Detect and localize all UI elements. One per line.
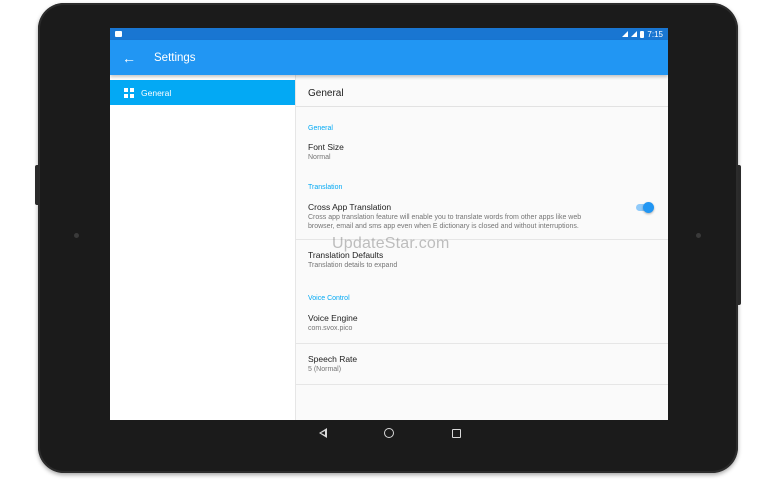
sidebar: General (110, 75, 296, 420)
battery-icon (640, 30, 645, 38)
section-title-voice-control: Voice Control (308, 295, 350, 302)
pref-title: Font Size (308, 142, 344, 152)
pref-font-size[interactable]: Font Size Normal (296, 132, 668, 169)
pref-voice-engine[interactable]: Voice Engine com.svox.pico (296, 302, 668, 344)
toggle-thumb (643, 201, 654, 213)
page-title: Settings (154, 51, 196, 64)
power-button (738, 165, 741, 305)
status-icons: 7:15 (622, 30, 663, 39)
wifi-signal-icon (622, 31, 629, 37)
screen: 7:15 ← Settings General General General … (110, 28, 668, 420)
status-time: 7:15 (647, 29, 663, 39)
front-sensor (74, 233, 79, 238)
app-bar: ← Settings (110, 40, 668, 75)
arrow-left-icon[interactable]: ← (122, 51, 140, 65)
section-title-translation: Translation (308, 183, 343, 191)
detail-header: General (296, 75, 668, 107)
system-navigation-bar (110, 420, 668, 446)
pref-title: Voice Engine (308, 313, 358, 323)
dashboard-grid-icon (124, 87, 134, 98)
nav-recents-icon[interactable] (451, 428, 461, 438)
status-bar: 7:15 (110, 28, 668, 40)
cell-signal-icon (631, 31, 638, 37)
pref-summary: com.svox.pico (308, 325, 353, 332)
cross-app-translation-toggle[interactable] (634, 201, 654, 213)
sidebar-item-general[interactable]: General (110, 80, 295, 105)
notification-icon (115, 31, 122, 37)
pref-title: Cross App Translation (308, 201, 392, 212)
pref-title: Speech Rate (308, 353, 358, 364)
pref-summary: 5 (Normal) (308, 365, 342, 373)
pref-speech-rate[interactable]: Speech Rate 5 (Normal) (296, 344, 668, 385)
nav-home-icon[interactable] (383, 428, 394, 438)
front-sensor (696, 233, 701, 238)
pref-summary: Translation details to expand (308, 262, 398, 270)
sidebar-item-label: General (141, 87, 172, 98)
section-title-general: General (308, 125, 333, 132)
pref-summary: Normal (308, 154, 331, 161)
pref-summary: Cross app translation feature will enabl… (308, 213, 582, 230)
nav-back-icon[interactable] (318, 428, 327, 438)
volume-button (35, 165, 39, 205)
pref-cross-app-translation[interactable]: Cross App Translation Cross app translat… (296, 191, 668, 241)
watermark: UpdateStar.com (332, 235, 450, 252)
